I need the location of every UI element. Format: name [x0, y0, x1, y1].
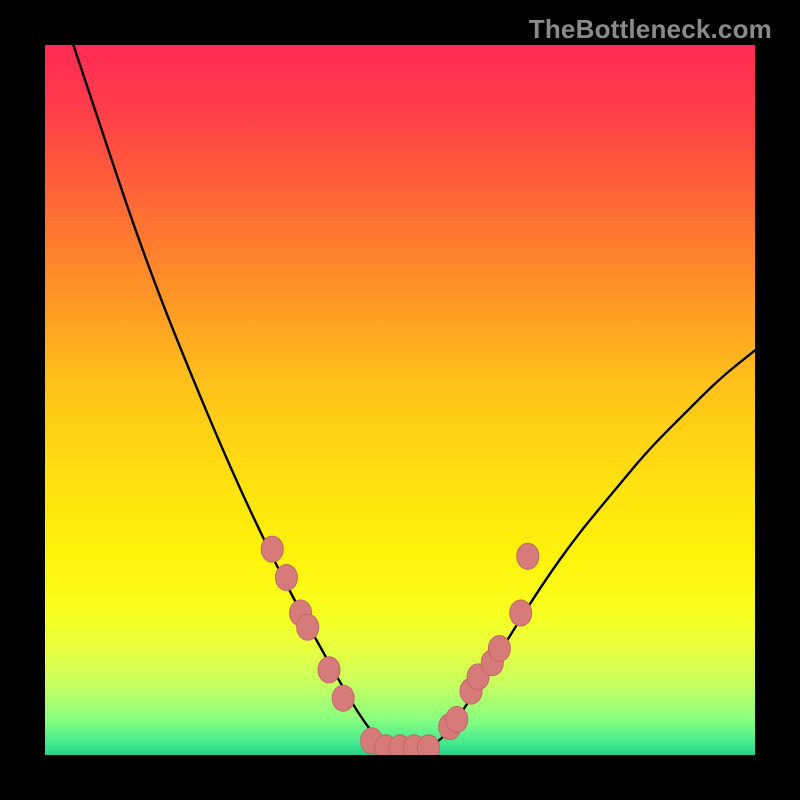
curve-layer [45, 45, 755, 755]
bottleneck-curve [73, 45, 755, 748]
marker-dot [446, 707, 468, 733]
marker-dot [261, 536, 283, 562]
marker-dot [510, 600, 532, 626]
marker-dot [488, 636, 510, 662]
marker-dot [417, 735, 439, 755]
marker-dot [318, 657, 340, 683]
marker-dot [332, 685, 354, 711]
data-markers [261, 536, 539, 755]
plot-area [45, 45, 755, 755]
chart-stage: TheBottleneck.com [0, 0, 800, 800]
marker-dot [517, 543, 539, 569]
watermark-text: TheBottleneck.com [529, 14, 772, 45]
marker-dot [297, 614, 319, 640]
marker-dot [275, 565, 297, 591]
